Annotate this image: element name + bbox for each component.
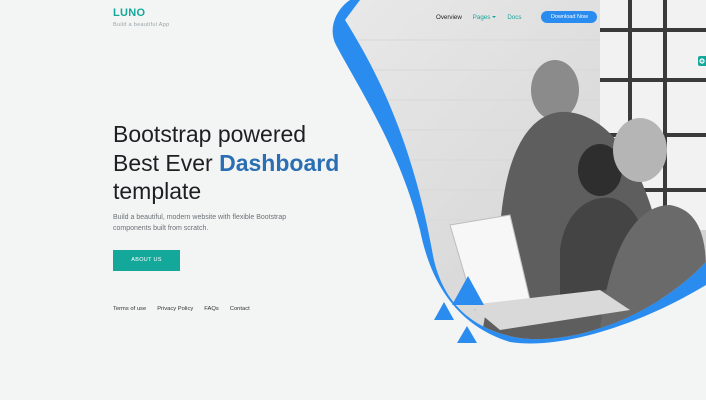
brand-tagline: Build a beautiful App — [113, 22, 170, 28]
footer-link-privacy[interactable]: Privacy Policy — [157, 306, 193, 312]
brand-name[interactable]: LUNO — [113, 7, 169, 19]
headline-text-end: template — [113, 178, 202, 204]
hero-subtext: Build a beautiful, modern website with f… — [113, 213, 287, 233]
headline-highlight: Dashboard — [219, 149, 340, 176]
footer-links: Terms of use Privacy Policy FAQs Contact — [113, 306, 250, 312]
hero-headline: Bootstrap powered Best Ever Dashboard te… — [113, 120, 343, 206]
about-us-button[interactable]: ABOUT US — [113, 249, 180, 271]
hero-illustration — [332, 0, 706, 344]
triangle-small-bottom — [457, 326, 477, 343]
footer-link-terms[interactable]: Terms of use — [113, 306, 146, 312]
team-photo — [345, 0, 706, 340]
brand[interactable]: LUNO Build a beautiful App — [113, 7, 169, 28]
footer-link-faqs[interactable]: FAQs — [204, 306, 219, 312]
triangle-small-left — [434, 302, 454, 320]
top-nav: Overview Pages Docs Download Now — [436, 11, 598, 23]
footer-link-contact[interactable]: Contact — [230, 306, 250, 312]
nav-pages[interactable]: Pages — [473, 14, 497, 21]
hero-section: Bootstrap powered Best Ever Dashboard te… — [113, 120, 343, 271]
caret-down-icon — [492, 15, 497, 18]
nav-docs[interactable]: Docs — [507, 14, 521, 21]
nav-overview[interactable]: Overview — [436, 14, 462, 21]
download-now-button[interactable]: Download Now — [541, 11, 598, 23]
settings-side-tab[interactable] — [698, 56, 706, 66]
nav-pages-label: Pages — [472, 13, 491, 21]
gear-icon — [699, 58, 705, 64]
